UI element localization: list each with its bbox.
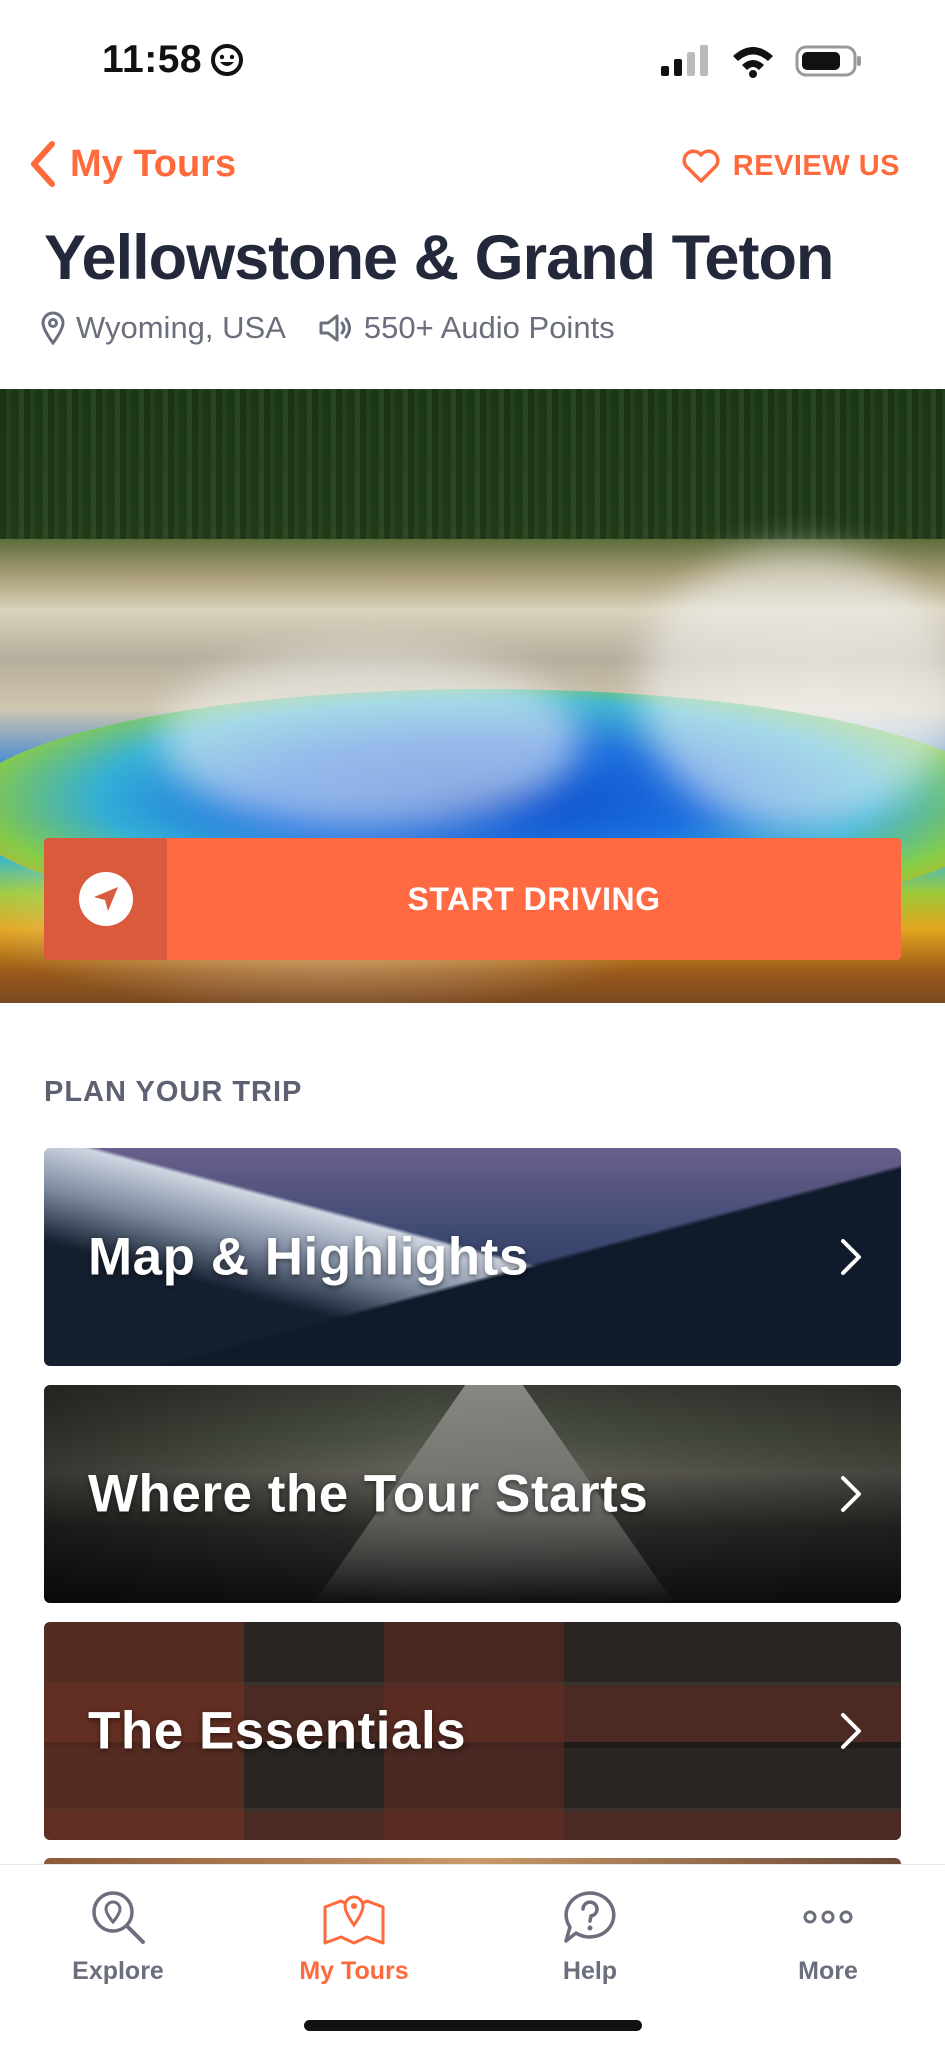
map-pin-icon [323,1895,385,1945]
status-bar: 11:58 [0,0,945,128]
location-pin-icon [41,311,65,345]
explore-icon [92,1891,145,1944]
tour-meta: Wyoming, USA 550+ Audio Points [40,310,637,346]
card-essentials[interactable]: The Essentials [44,1622,901,1840]
more-icon [803,1910,853,1924]
start-driving-label: START DRIVING [167,838,901,960]
tour-location-text: Wyoming, USA [76,310,286,345]
help-icon [564,1891,616,1943]
card-map-highlights[interactable]: Map & Highlights [44,1148,901,1366]
tour-audio-points: 550+ Audio Points [318,310,615,346]
card-where-tour-starts[interactable]: Where the Tour Starts [44,1385,901,1603]
smiley-icon [211,44,244,76]
tab-label: My Tours [299,1957,409,1985]
battery-icon [795,45,861,77]
status-icons [661,44,863,78]
tab-label: Help [562,1957,618,1985]
status-time-text: 11:58 [102,38,203,81]
heart-icon [682,149,720,183]
tour-location: Wyoming, USA [40,310,286,346]
tab-help[interactable]: Help [510,1887,670,1986]
chevron-left-icon [31,141,55,187]
tab-label: More [798,1957,858,1985]
tour-audio-points-text: 550+ Audio Points [363,310,615,345]
bottom-tab-bar: Explore My Tours Help More [0,1864,945,2048]
tour-title: Yellowstone & Grand Teton [44,223,834,293]
review-label: REVIEW US [732,149,900,182]
navigation-arrow-icon [78,872,133,926]
review-us-button[interactable]: REVIEW US [681,148,900,184]
back-button[interactable]: My Tours [28,140,236,188]
chevron-right-icon [841,1239,861,1275]
card-label: Where the Tour Starts [88,1464,649,1524]
hero-forest [0,389,945,539]
tab-more[interactable]: More [748,1887,908,1986]
start-driving-button[interactable]: START DRIVING [44,838,901,960]
chevron-right-icon [841,1713,861,1749]
tab-explore[interactable]: Explore [38,1887,198,1986]
wifi-icon [733,47,773,78]
tab-label: Explore [72,1957,164,1985]
hero-steam [640,549,945,829]
hero-steam [160,649,580,829]
card-label: Map & Highlights [88,1227,529,1287]
chevron-right-icon [841,1476,861,1512]
status-time: 11:58 [102,38,244,82]
start-driving-icon-box [44,838,167,960]
card-label: The Essentials [88,1701,467,1761]
back-label: My Tours [70,142,237,185]
tab-my-tours[interactable]: My Tours [274,1887,434,1986]
speaker-icon [319,314,351,342]
home-indicator [304,2020,642,2031]
signal-icon [661,45,708,76]
section-title: PLAN YOUR TRIP [44,1076,303,1108]
